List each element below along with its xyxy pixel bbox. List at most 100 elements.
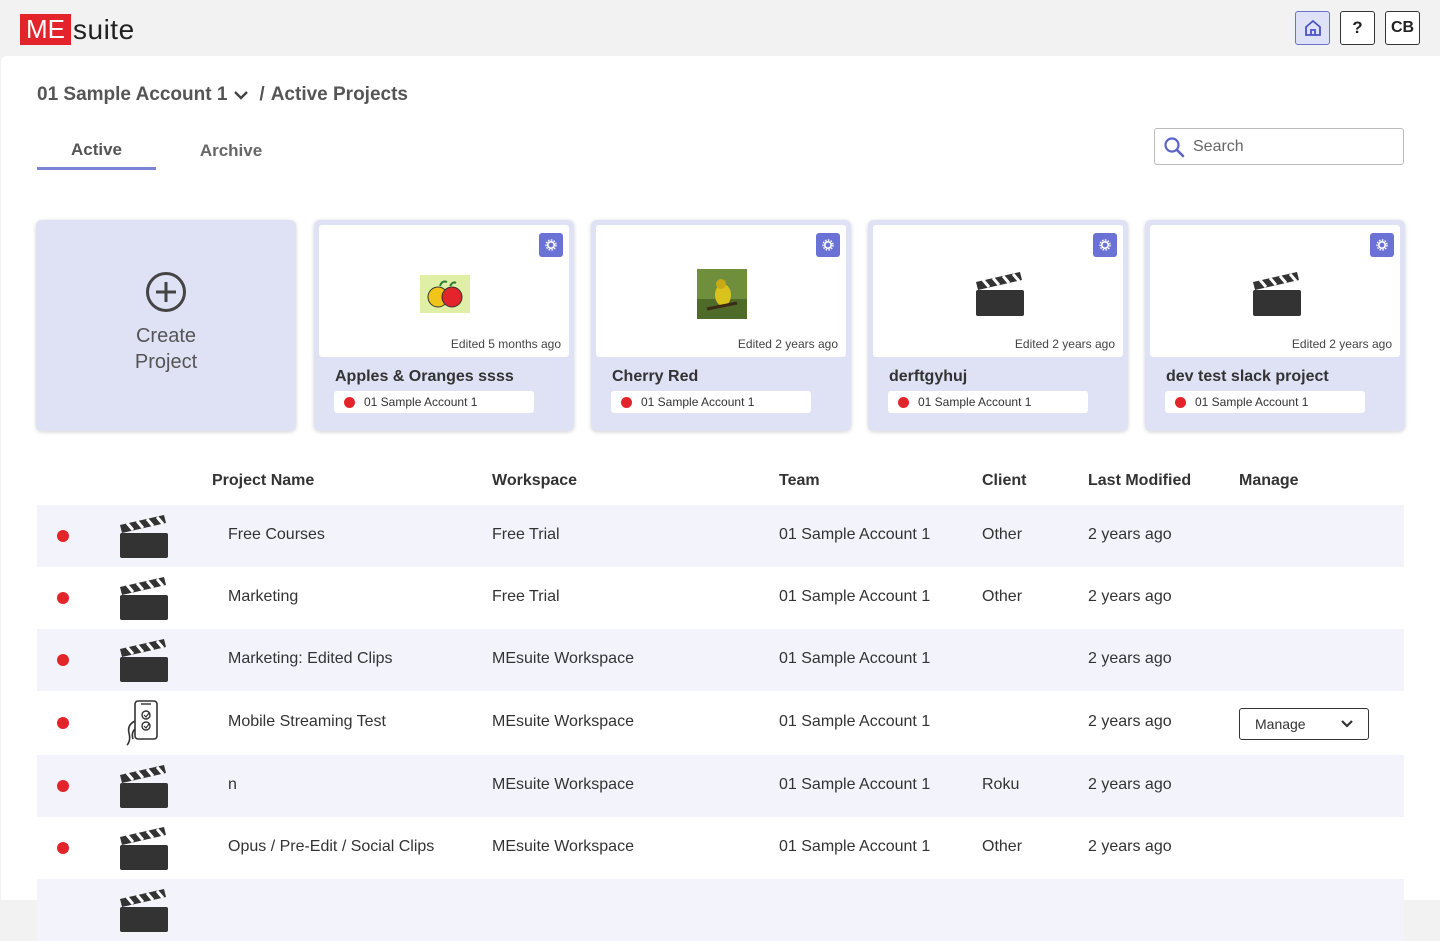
team: 01 Sample Account 1: [779, 713, 931, 730]
tab-active[interactable]: Active: [37, 132, 156, 170]
column-project-name[interactable]: Project Name: [212, 472, 314, 490]
table-row[interactable]: n MEsuite Workspace 01 Sample Account 1 …: [37, 755, 1404, 817]
manage-dropdown[interactable]: Manage: [1239, 708, 1369, 740]
status-dot: [57, 717, 69, 729]
gear-icon: [545, 239, 557, 251]
project-name[interactable]: Marketing: Edited Clips: [228, 650, 393, 668]
workspace: MEsuite Workspace: [492, 776, 634, 793]
client: Roku: [982, 776, 1020, 793]
client: Other: [982, 526, 1023, 543]
edited-time: Edited 2 years ago: [1291, 337, 1392, 351]
last-modified: 2 years ago: [1088, 838, 1172, 855]
column-workspace[interactable]: Workspace: [492, 472, 577, 490]
table-row[interactable]: Mobile Streaming Test MEsuite Workspace …: [37, 692, 1404, 754]
main-content: 01 Sample Account 1 / Active Projects Ac…: [1, 56, 1440, 941]
account-label: 01 Sample Account 1: [364, 395, 478, 409]
chevron-down-icon: [1341, 720, 1353, 728]
create-project-label: Create Project: [134, 325, 198, 373]
mesuite-logo[interactable]: ME suite: [20, 14, 135, 45]
client: Other: [982, 838, 1023, 855]
breadcrumb-separator: /: [259, 84, 265, 105]
column-team[interactable]: Team: [779, 472, 820, 490]
status-dot: [57, 780, 69, 792]
table-row[interactable]: Opus / Pre-Edit / Social Clips MEsuite W…: [37, 817, 1404, 879]
column-manage: Manage: [1239, 472, 1299, 489]
search-icon: [1164, 136, 1185, 157]
project-name[interactable]: Marketing: [228, 588, 298, 606]
table-row[interactable]: Free Courses Free Trial 01 Sample Accoun…: [37, 505, 1404, 567]
column-client[interactable]: Client: [982, 472, 1026, 490]
clapperboard-icon: [117, 573, 169, 623]
logo-me: ME: [20, 14, 71, 45]
project-thumbnail: Edited 5 months ago: [319, 225, 569, 357]
breadcrumb-page: Active Projects: [270, 84, 408, 105]
table-row[interactable]: Marketing Free Trial 01 Sample Account 1…: [37, 567, 1404, 629]
account-dropdown[interactable]: [233, 89, 249, 101]
project-thumbnail: Edited 2 years ago: [596, 225, 846, 357]
bird-image: [697, 269, 747, 319]
project-card-account: 01 Sample Account 1: [1165, 391, 1365, 413]
mobile-hand-icon: [117, 698, 169, 748]
project-card-name: derftgyhuj: [889, 368, 968, 385]
last-modified: 2 years ago: [1088, 588, 1172, 605]
card-settings-button[interactable]: [539, 233, 563, 257]
project-card[interactable]: Edited 2 years ago dev test slack projec…: [1145, 220, 1405, 431]
account-label: 01 Sample Account 1: [918, 395, 1032, 409]
project-card-account: 01 Sample Account 1: [334, 391, 534, 413]
project-tabs: Active Archive: [37, 132, 306, 170]
breadcrumb: 01 Sample Account 1 / Active Projects: [37, 84, 408, 106]
team: 01 Sample Account 1: [779, 838, 931, 855]
table-header: Project Name Workspace Team Client Last …: [37, 466, 1404, 506]
gear-icon: [1376, 239, 1388, 251]
project-name[interactable]: Mobile Streaming Test: [228, 713, 386, 731]
edited-time: Edited 5 months ago: [450, 337, 561, 351]
status-dot: [57, 654, 69, 666]
project-thumbnail: Edited 2 years ago: [873, 225, 1123, 357]
team: 01 Sample Account 1: [779, 650, 931, 667]
workspace: Free Trial: [492, 588, 560, 605]
last-modified: 2 years ago: [1088, 650, 1172, 667]
table-row[interactable]: Marketing: Edited Clips MEsuite Workspac…: [37, 629, 1404, 691]
team: 01 Sample Account 1: [779, 776, 931, 793]
project-name[interactable]: Opus / Pre-Edit / Social Clips: [228, 838, 434, 856]
clapperboard-icon: [1251, 269, 1301, 319]
project-name[interactable]: Free Courses: [228, 526, 325, 544]
create-project-card[interactable]: Create Project: [36, 220, 296, 431]
home-button[interactable]: [1295, 11, 1330, 45]
card-settings-button[interactable]: [1093, 233, 1117, 257]
project-card-account: 01 Sample Account 1: [611, 391, 811, 413]
project-card-account: 01 Sample Account 1: [888, 391, 1088, 413]
column-last-modified[interactable]: Last Modified: [1088, 472, 1191, 490]
workspace: MEsuite Workspace: [492, 650, 634, 667]
plus-circle-icon: [146, 272, 186, 312]
client: Other: [982, 588, 1023, 605]
breadcrumb-account[interactable]: 01 Sample Account 1: [37, 84, 227, 106]
status-dot: [898, 396, 909, 408]
edited-time: Edited 2 years ago: [737, 337, 838, 351]
help-button[interactable]: ?: [1340, 11, 1375, 45]
project-name[interactable]: n: [228, 776, 237, 794]
clapperboard-icon: [117, 823, 169, 873]
table-row[interactable]: [37, 879, 1404, 941]
project-card-name: Cherry Red: [612, 368, 699, 385]
project-card[interactable]: Edited 5 months ago Apples & Oranges sss…: [314, 220, 574, 431]
project-card[interactable]: Edited 2 years ago derftgyhuj 01 Sample …: [868, 220, 1128, 431]
account-label: 01 Sample Account 1: [1195, 395, 1309, 409]
status-dot: [344, 396, 355, 408]
search-box[interactable]: [1154, 128, 1404, 165]
team: 01 Sample Account 1: [779, 588, 931, 605]
workspace: MEsuite Workspace: [492, 713, 634, 730]
workspace: Free Trial: [492, 526, 560, 543]
card-settings-button[interactable]: [816, 233, 840, 257]
project-card[interactable]: Edited 2 years ago Cherry Red 01 Sample …: [591, 220, 851, 431]
apples-image: [420, 269, 470, 319]
tab-archive[interactable]: Archive: [156, 132, 306, 170]
clapperboard-icon: [117, 511, 169, 561]
card-settings-button[interactable]: [1370, 233, 1394, 257]
status-dot: [621, 396, 632, 408]
user-menu-button[interactable]: CB: [1385, 11, 1420, 45]
workspace: MEsuite Workspace: [492, 838, 634, 855]
logo-suite: suite: [73, 13, 135, 45]
search-input[interactable]: [1193, 137, 1383, 156]
project-card-name: Apples & Oranges ssss: [335, 368, 514, 385]
